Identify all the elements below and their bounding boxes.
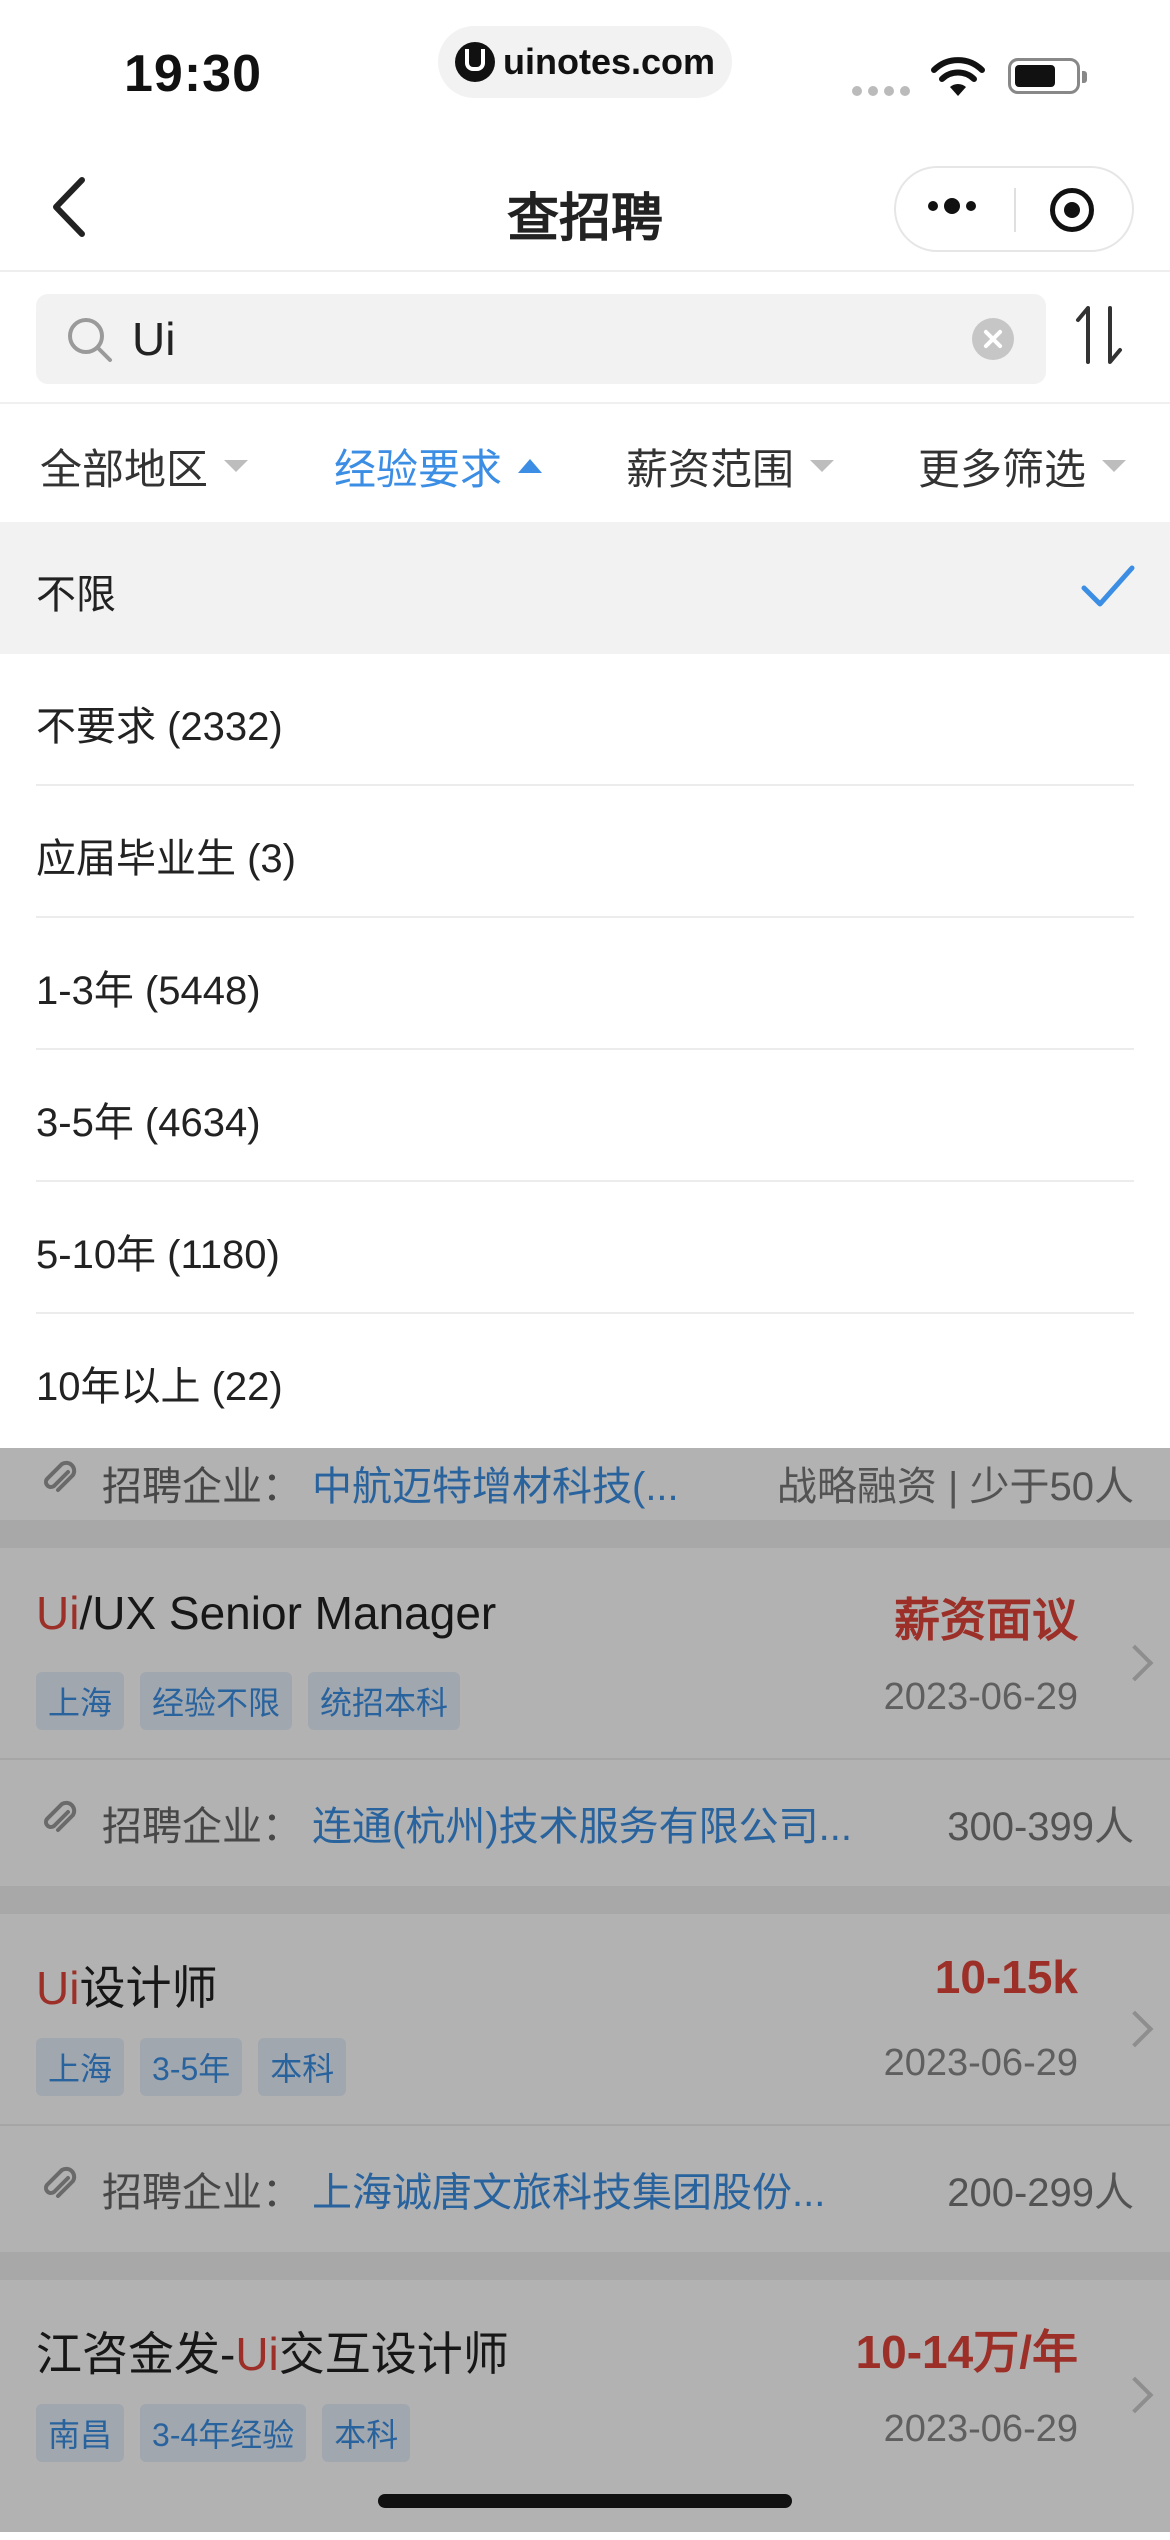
dropdown-arrow-icon	[810, 460, 835, 472]
option-label: 应届毕业生 (3)	[36, 837, 296, 881]
site-logo-icon	[454, 42, 495, 82]
sort-icon[interactable]	[1074, 302, 1126, 368]
filter-label: 经验要求	[334, 445, 503, 493]
option-item[interactable]: 5-10年 (1180)	[0, 1182, 1170, 1314]
mini-program-capsule	[894, 166, 1134, 252]
option-label: 10年以上 (22)	[36, 1365, 283, 1409]
option-label: 不要求 (2332)	[36, 705, 283, 749]
status-time: 19:30	[124, 45, 262, 103]
dropdown-arrow-icon	[224, 460, 249, 472]
url-text: uinotes.com	[502, 41, 716, 82]
battery-icon	[1008, 58, 1087, 94]
close-program-icon[interactable]	[1050, 188, 1094, 232]
dropdown-arrow-icon	[1102, 460, 1127, 472]
experience-dropdown: 不限 不要求 (2332) 应届毕业生 (3) 1-3年 (5448) 3-5年…	[0, 522, 1170, 1448]
option-item[interactable]: 应届毕业生 (3)	[0, 786, 1170, 918]
divider	[0, 270, 1170, 272]
search-input[interactable]: Ui	[36, 294, 1046, 384]
home-indicator[interactable]	[378, 2494, 792, 2508]
option-label: 3-5年 (4634)	[36, 1101, 261, 1145]
option-item[interactable]: 不要求 (2332)	[0, 654, 1170, 786]
option-item[interactable]: 1-3年 (5448)	[0, 918, 1170, 1050]
divider	[0, 402, 1170, 404]
search-query: Ui	[132, 313, 176, 365]
filter-label: 全部地区	[40, 445, 209, 493]
option-item[interactable]: 10年以上 (22)	[0, 1314, 1170, 1446]
more-icon[interactable]	[928, 198, 976, 214]
option-item[interactable]: 3-5年 (4634)	[0, 1050, 1170, 1182]
dropdown-arrow-icon	[518, 459, 543, 473]
filter-label: 薪资范围	[626, 445, 795, 493]
filter-experience[interactable]: 经验要求	[334, 436, 543, 496]
wifi-icon	[931, 57, 985, 96]
option-item[interactable]: 不限	[0, 522, 1170, 654]
check-icon	[1081, 565, 1135, 607]
option-label: 不限	[36, 573, 116, 617]
clear-icon[interactable]	[972, 318, 1014, 360]
filter-salary[interactable]: 薪资范围	[626, 436, 835, 496]
filter-label: 更多筛选	[918, 445, 1087, 493]
filter-region[interactable]: 全部地区	[40, 436, 249, 496]
option-label: 1-3年 (5448)	[36, 969, 261, 1013]
url-pill: uinotes.com	[438, 26, 732, 98]
filter-more[interactable]: 更多筛选	[918, 436, 1127, 496]
option-label: 5-10年 (1180)	[36, 1233, 280, 1277]
signal-icon	[852, 86, 910, 96]
search-icon	[68, 318, 112, 362]
